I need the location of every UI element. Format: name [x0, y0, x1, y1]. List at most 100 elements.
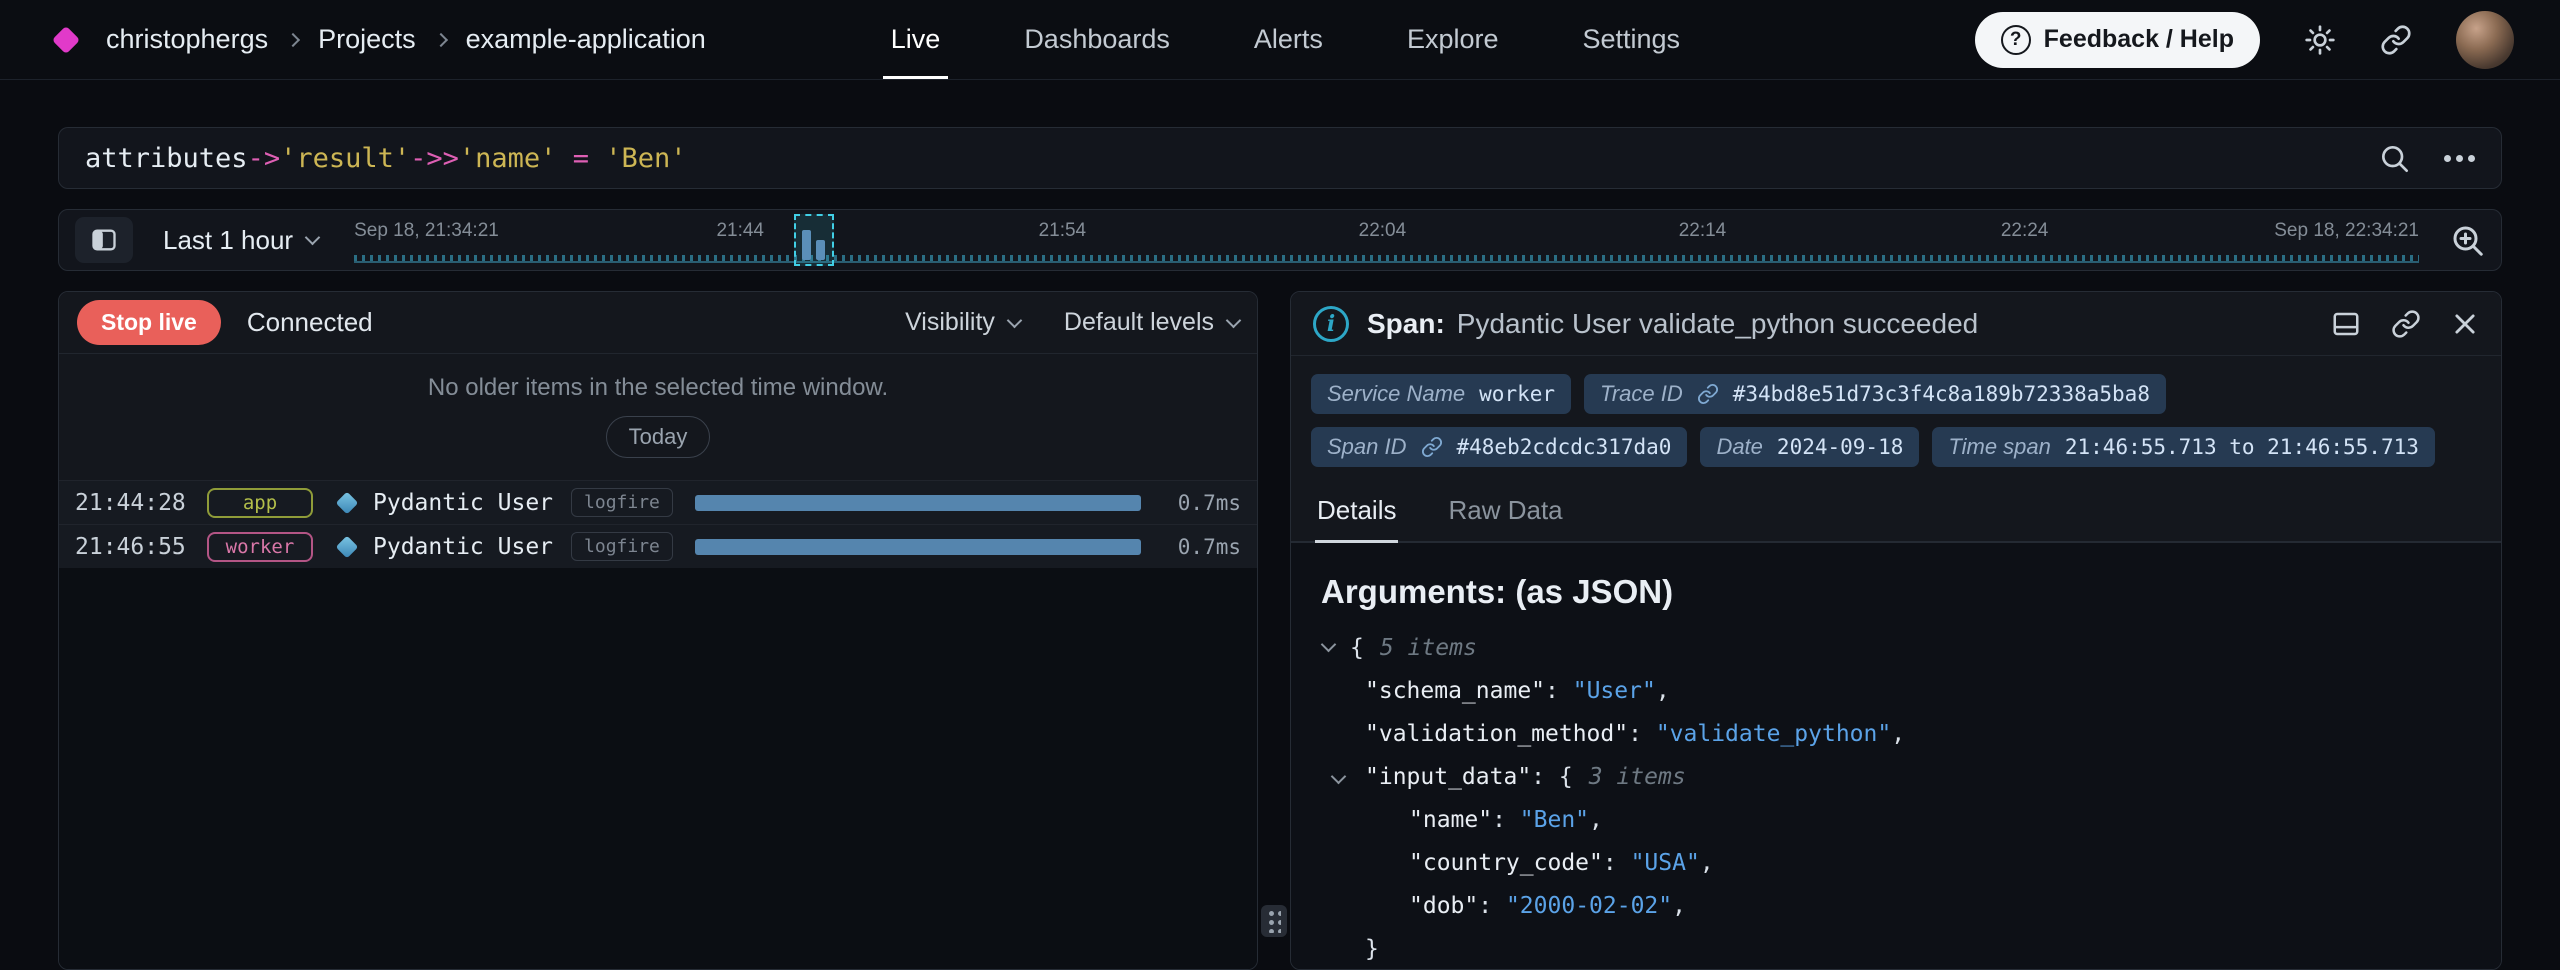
date-badge: Date 2024-09-18	[1700, 427, 1919, 467]
default-levels-dropdown[interactable]: Default levels	[1064, 308, 1239, 337]
today-button[interactable]: Today	[606, 416, 711, 458]
dock-panel-icon[interactable]	[2331, 309, 2361, 339]
sidebar-toggle-icon[interactable]	[75, 217, 133, 263]
timeline-tick: 21:44	[716, 220, 764, 242]
details-header: Span:Pydantic User validate_python succe…	[1291, 292, 2501, 356]
nav-tab-explore[interactable]: Explore	[1407, 0, 1499, 79]
time-span-badge: Time span 21:46:55.713 to 21:46:55.713	[1932, 427, 2435, 467]
timeline-bar: Last 1 hour Sep 18, 21:34:21 21:44 21:54…	[58, 209, 2502, 271]
collapse-caret-icon[interactable]	[1331, 769, 1347, 785]
duration-bar	[695, 495, 1141, 511]
duration-label: 0.7ms	[1167, 491, 1241, 515]
share-link-icon[interactable]	[2380, 24, 2412, 56]
breadcrumb-project-name[interactable]: example-application	[466, 24, 706, 55]
info-circle-icon	[1313, 306, 1349, 342]
nav-tab-alerts[interactable]: Alerts	[1254, 0, 1323, 79]
scope-badge: logfire	[571, 488, 673, 517]
activity-bar	[816, 240, 825, 260]
chevron-right-icon	[434, 32, 448, 46]
chevron-down-icon	[305, 230, 321, 246]
close-icon[interactable]	[2451, 310, 2479, 338]
query-expression: attributes->'result'->>'name' = 'Ben'	[85, 143, 687, 174]
timeline-baseline	[354, 261, 2419, 263]
timeline-tick: 22:24	[2001, 220, 2049, 242]
trace-row[interactable]: 21:44:28 app Pydantic User logfire 0.7ms	[59, 480, 1257, 524]
timeline-activity-histogram	[354, 255, 2419, 261]
json-line: "validation_method": "validate_python",	[1321, 713, 2471, 756]
span-id-badge: Span ID #48eb2cdcdc317da0	[1311, 427, 1687, 467]
link-icon[interactable]	[1421, 436, 1443, 458]
main-nav: Live Dashboards Alerts Explore Settings	[891, 0, 1680, 79]
timeline-tick: Sep 18, 22:34:21	[2274, 220, 2419, 242]
tab-raw-data[interactable]: Raw Data	[1446, 483, 1564, 541]
duration-track	[695, 495, 1141, 511]
more-options-icon[interactable]	[2444, 155, 2451, 162]
live-panel-empty-area	[59, 568, 1257, 969]
duration-label: 0.7ms	[1167, 535, 1241, 559]
connection-status: Connected	[247, 307, 373, 338]
json-line: {5 items	[1321, 627, 2471, 670]
tab-details[interactable]: Details	[1315, 483, 1398, 543]
user-avatar[interactable]	[2456, 11, 2514, 69]
empty-window-message: No older items in the selected time wind…	[59, 374, 1257, 402]
timeline[interactable]: Sep 18, 21:34:21 21:44 21:54 22:04 22:14…	[354, 210, 2419, 270]
main-content: Stop live Connected Visibility Default l…	[58, 291, 2502, 970]
top-nav: christophergs Projects example-applicati…	[0, 0, 2560, 80]
feedback-help-button[interactable]: Feedback / Help	[1975, 12, 2260, 68]
logfire-logo-icon[interactable]	[52, 25, 80, 53]
panel-resize-handle[interactable]	[1261, 905, 1287, 937]
details-title: Span:Pydantic User validate_python succe…	[1367, 308, 1978, 340]
record-diamond-icon	[336, 491, 359, 514]
search-icon[interactable]	[2378, 142, 2410, 174]
nav-tab-settings[interactable]: Settings	[1582, 0, 1680, 79]
stop-live-button[interactable]: Stop live	[77, 300, 221, 345]
nav-tab-live[interactable]: Live	[891, 0, 941, 79]
logfire-app: christophergs Projects example-applicati…	[0, 0, 2560, 970]
service-name-badge: Service Name worker	[1311, 374, 1571, 414]
span-details-panel: Span:Pydantic User validate_python succe…	[1290, 291, 2502, 970]
link-icon[interactable]	[1697, 383, 1719, 405]
timeline-tick: 21:54	[1039, 220, 1087, 242]
json-line: "name": "Ben",	[1321, 799, 2471, 842]
duration-bar	[695, 539, 1141, 555]
activity-bar	[802, 230, 811, 260]
arguments-heading: Arguments: (as JSON)	[1321, 573, 2471, 611]
chevron-right-icon	[286, 32, 300, 46]
breadcrumb-projects[interactable]: Projects	[318, 24, 416, 55]
visibility-dropdown[interactable]: Visibility	[905, 308, 1020, 337]
json-line: "country_code": "USA",	[1321, 842, 2471, 885]
json-line: "dob": "2000-02-02",	[1321, 885, 2471, 928]
top-nav-right: Feedback / Help	[1975, 11, 2514, 69]
timeline-tick: 22:04	[1359, 220, 1407, 242]
trace-timestamp: 21:44:28	[75, 490, 207, 516]
details-header-actions	[2331, 309, 2479, 339]
live-panel: Stop live Connected Visibility Default l…	[58, 291, 1258, 970]
chevron-down-icon	[1226, 312, 1242, 328]
breadcrumb-org[interactable]: christophergs	[106, 24, 268, 55]
trace-row[interactable]: 21:46:55 worker Pydantic User logfire 0.…	[59, 524, 1257, 568]
collapse-caret-icon[interactable]	[1321, 637, 1337, 653]
trace-timestamp: 21:46:55	[75, 534, 207, 560]
trace-id-badge: Trace ID #34bd8e51d73c3f4c8a189b72338a5b…	[1584, 374, 2166, 414]
nav-tab-dashboards[interactable]: Dashboards	[1024, 0, 1170, 79]
help-circle-icon	[2001, 25, 2031, 55]
theme-toggle-icon[interactable]	[2304, 24, 2336, 56]
details-tabs: Details Raw Data	[1291, 479, 2501, 543]
json-tree: {5 items "schema_name": "User", "validat…	[1321, 627, 2471, 969]
service-tag: app	[207, 488, 313, 518]
live-controls: Visibility Default levels	[905, 308, 1239, 337]
query-input[interactable]: attributes->'result'->>'name' = 'Ben'	[58, 127, 2502, 189]
timeline-tick: 22:14	[1679, 220, 1727, 242]
breadcrumb: christophergs Projects example-applicati…	[106, 24, 706, 55]
time-range-dropdown[interactable]: Last 1 hour	[163, 225, 318, 256]
service-tag: worker	[207, 532, 313, 562]
duration-track	[695, 539, 1141, 555]
record-diamond-icon	[336, 535, 359, 558]
json-line: "input_data": {3 items	[1321, 756, 2471, 799]
copy-link-icon[interactable]	[2391, 309, 2421, 339]
timeline-selection[interactable]	[794, 214, 834, 266]
empty-window-notice: No older items in the selected time wind…	[59, 354, 1257, 480]
span-metadata-badges: Service Name worker Trace ID #34bd8e51d7…	[1291, 356, 2501, 479]
json-line: "schema_name": "User",	[1321, 670, 2471, 713]
zoom-in-icon[interactable]	[2449, 222, 2485, 258]
